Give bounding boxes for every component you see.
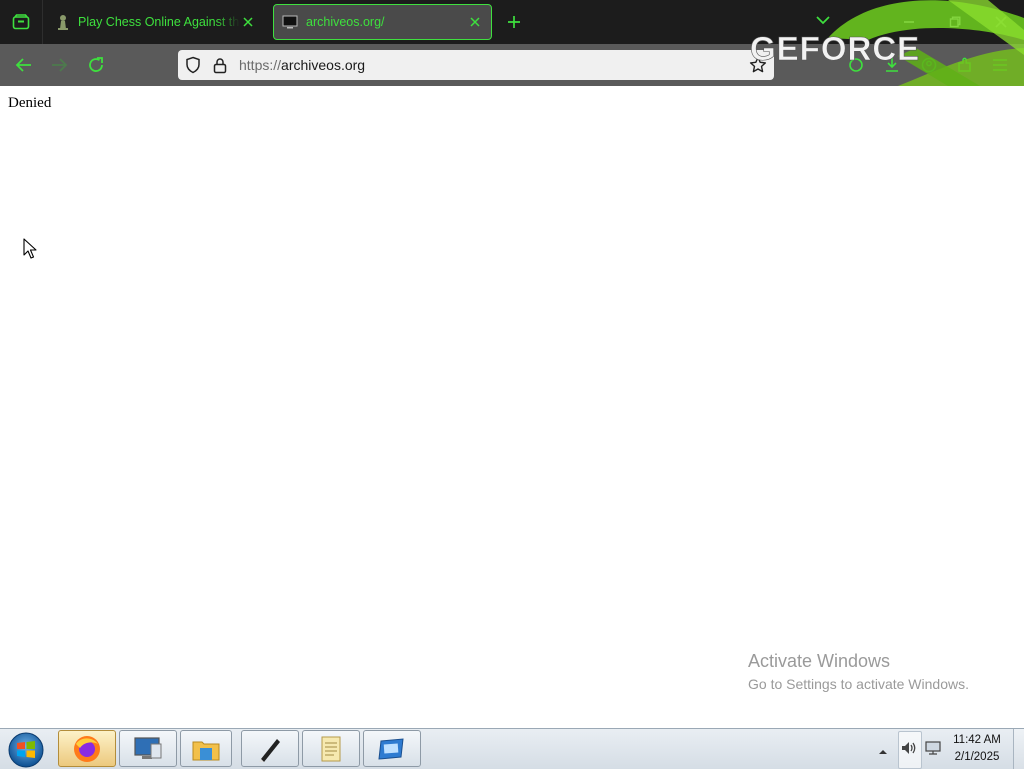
tab-title: archiveos.org/	[306, 15, 385, 29]
taskbar-pen-app[interactable]	[241, 730, 299, 767]
speaker-icon	[902, 742, 916, 754]
window-app-icon	[378, 737, 404, 760]
arrow-right-icon	[52, 58, 68, 72]
remote-desktop-icon	[134, 736, 162, 759]
list-all-tabs-button[interactable]	[816, 12, 830, 30]
tab-archiveos[interactable]: archiveos.org/	[273, 4, 492, 40]
hamburger-menu-icon	[993, 59, 1007, 71]
watermark-title: Activate Windows	[748, 651, 891, 671]
url-text: https://archiveos.org	[239, 57, 365, 73]
taskbar-firefox[interactable]	[58, 730, 116, 767]
puzzle-piece-icon	[958, 57, 971, 72]
clock-date: 2/1/2025	[954, 751, 1000, 763]
taskbar-window-app[interactable]	[363, 730, 421, 767]
clock-time: 11:42 AM	[953, 734, 1001, 746]
taskbar-remote-desktop[interactable]	[119, 730, 177, 767]
network-icon	[925, 741, 941, 755]
address-bar[interactable]: https://archiveos.org	[178, 50, 774, 80]
tracking-protection-button[interactable]	[184, 56, 202, 74]
site-info-button[interactable]	[211, 56, 229, 74]
chevron-up-icon	[879, 750, 887, 754]
taskbar-notes[interactable]	[302, 730, 360, 767]
chevron-down-icon	[816, 16, 830, 25]
close-tab-button[interactable]	[467, 14, 483, 30]
mouse-cursor-icon	[23, 238, 37, 259]
close-tab-button[interactable]	[240, 14, 256, 30]
lock-icon	[213, 57, 227, 73]
app-menu-button[interactable]	[991, 56, 1009, 74]
tab-chess[interactable]: Play Chess Online Against the Computer	[48, 4, 264, 40]
firefox-view-button[interactable]	[0, 0, 43, 44]
show-desktop-button[interactable]	[1013, 729, 1024, 769]
notes-icon	[321, 736, 341, 761]
close-window-button[interactable]	[978, 0, 1024, 44]
firefox-view-icon	[12, 14, 30, 30]
start-button[interactable]	[6, 731, 46, 769]
show-hidden-icons-button[interactable]	[878, 743, 888, 761]
shield-icon	[186, 56, 200, 74]
network-button[interactable]	[923, 737, 943, 759]
navigation-toolbar: https://archiveos.org	[0, 44, 1024, 86]
reload-button[interactable]	[83, 53, 109, 77]
monitor-icon	[282, 15, 298, 29]
watermark-subtitle: Go to Settings to activate Windows.	[748, 676, 969, 692]
tab-title: Play Chess Online Against the Computer	[78, 15, 240, 29]
extensions-menu-button[interactable]	[956, 56, 974, 74]
downloads-button[interactable]	[883, 56, 901, 74]
url-host: archiveos.org	[281, 57, 366, 73]
bookmark-button[interactable]	[749, 56, 767, 74]
extension-button[interactable]	[847, 56, 865, 74]
account-icon	[921, 57, 937, 73]
arrow-left-icon	[15, 58, 31, 72]
restore-button[interactable]	[932, 0, 978, 44]
close-icon	[243, 17, 253, 27]
download-icon	[886, 58, 898, 72]
page-body-text: Denied	[8, 95, 52, 111]
close-icon	[995, 16, 1007, 28]
new-tab-button[interactable]	[503, 11, 525, 33]
firefox-icon	[74, 735, 100, 762]
plus-icon	[508, 16, 520, 28]
star-icon	[749, 56, 767, 73]
activate-windows-watermark: Activate Windows Go to Settings to activ…	[748, 651, 969, 692]
url-protocol: https://	[239, 57, 282, 73]
tab-strip: Play Chess Online Against the Computer a…	[0, 0, 1024, 44]
file-explorer-icon	[192, 741, 220, 760]
extension-icon	[849, 58, 863, 72]
pen-app-icon	[259, 738, 280, 762]
back-button[interactable]	[11, 53, 37, 77]
volume-button[interactable]	[899, 737, 919, 759]
forward-button[interactable]	[46, 53, 72, 77]
restore-icon	[949, 16, 961, 28]
taskbar-file-explorer[interactable]	[180, 730, 232, 767]
minimize-icon	[904, 21, 914, 23]
taskbar: 11:42 AM 2/1/2025	[0, 728, 1024, 769]
chess-pawn-icon	[58, 15, 68, 30]
account-button[interactable]	[920, 56, 938, 74]
minimize-button[interactable]	[886, 0, 932, 44]
system-clock[interactable]: 11:42 AM 2/1/2025	[945, 732, 1009, 766]
reload-icon	[89, 57, 103, 72]
close-icon	[470, 17, 480, 27]
